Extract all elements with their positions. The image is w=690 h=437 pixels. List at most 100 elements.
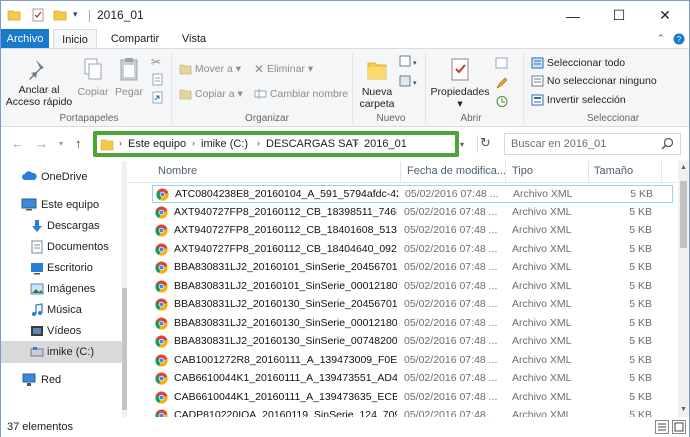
file-row[interactable]: BBA830831LJ2_20160130_SinSerie_007482000… (152, 333, 673, 351)
nav-item-musica[interactable]: Música (1, 299, 122, 321)
column-nombre[interactable]: Nombre (158, 165, 197, 177)
address-bar[interactable]: › Este equipo › imike (C:) › DESCARGAS S… (93, 131, 459, 157)
new-folder-button[interactable]: Nueva carpeta (357, 57, 397, 110)
file-row[interactable]: CAB1001272R8_20160111_A_139473009_F0E7B.… (152, 352, 673, 370)
file-row[interactable]: AXT940727FP8_20160112_CB_18401608_5139D.… (152, 222, 673, 240)
column-tipo[interactable]: Tipo (512, 165, 533, 177)
nav-item-este-equipo[interactable]: Este equipo (1, 194, 122, 216)
help-icon[interactable]: ? (673, 33, 685, 45)
file-date: 05/02/2016 07:48 ... (405, 188, 499, 200)
nav-pane-scrollbar-thumb[interactable] (122, 288, 127, 410)
pin-quick-access-button[interactable]: Anclar al Acceso rápido (5, 57, 73, 108)
search-icon[interactable] (661, 137, 674, 150)
nav-item-descargas[interactable]: Descargas (1, 215, 122, 237)
file-type: Archivo XML (512, 335, 572, 347)
maximize-button[interactable]: ☐ (596, 1, 642, 30)
breadcrumb-este-equipo[interactable]: Este equipo (128, 138, 186, 150)
properties-button[interactable]: Propiedades ▾ (429, 57, 491, 110)
scroll-down-icon[interactable]: ▼ (680, 406, 687, 413)
tab-vista[interactable]: Vista (171, 29, 217, 49)
minimize-button[interactable]: — (550, 1, 596, 30)
file-name: BBA830831LJ2_20160130_SinSerie_204567012… (174, 298, 397, 310)
navigation-bar: ← → ▾ ↑ › Este equipo › imike (C:) › DES… (1, 128, 689, 160)
tab-compartir[interactable]: Compartir (105, 29, 165, 49)
file-row[interactable]: CAB6610044K1_20160111_A_139473635_ECB7F.… (152, 389, 673, 407)
column-separator[interactable] (505, 161, 506, 183)
nav-item-escritorio[interactable]: Escritorio (1, 257, 122, 279)
nav-item-videos[interactable]: Vídeos (1, 320, 122, 342)
folder-icon[interactable] (7, 8, 21, 22)
properties-icon[interactable] (31, 8, 45, 22)
nav-item-onedrive[interactable]: OneDrive (1, 166, 122, 188)
close-button[interactable]: ✕ (642, 1, 688, 30)
file-row[interactable]: CAB6610044K1_20160111_A_139473551_AD46..… (152, 370, 673, 388)
file-date: 05/02/2016 07:48 ... (404, 242, 498, 255)
copy-button[interactable]: Copiar (75, 57, 111, 98)
new-item-icon[interactable]: ▾ (399, 55, 419, 69)
customize-quick-access-icon[interactable]: ▾ (73, 9, 78, 20)
select-none-button[interactable]: No seleccionar ninguno (531, 73, 657, 89)
address-dropdown-icon[interactable]: ▾ (460, 140, 464, 149)
scroll-up-icon[interactable]: ▲ (680, 164, 687, 171)
file-size: 5 KB (629, 279, 652, 292)
search-input[interactable]: Buscar en 2016_01 (511, 138, 606, 150)
breadcrumb-current-folder[interactable]: 2016_01 (364, 138, 407, 150)
breadcrumb-descargas-sat[interactable]: DESCARGAS SAT (266, 138, 359, 150)
select-all-button[interactable]: Seleccionar todo (531, 55, 625, 71)
invert-selection-icon (531, 94, 544, 106)
column-tamano[interactable]: Tamaño (594, 165, 633, 177)
file-row[interactable]: CADP810220IQA_20160119_SinSerie_124_709E… (152, 407, 673, 417)
forward-arrow-icon[interactable]: → (35, 136, 48, 151)
file-date: 05/02/2016 07:48 ... (404, 261, 498, 273)
easy-access-icon[interactable]: ▾ (399, 75, 419, 89)
column-separator[interactable] (588, 161, 589, 183)
delete-button[interactable]: ✕ Eliminar ▾ (254, 61, 313, 77)
edit-icon[interactable] (495, 77, 509, 90)
nav-item-red[interactable]: Red (1, 369, 122, 391)
documents-icon (31, 240, 43, 254)
file-row[interactable]: BBA830831LJ2_20160101_SinSerie_000121800… (152, 278, 673, 296)
invert-selection-button[interactable]: Invertir selección (531, 92, 626, 108)
paste-shortcut-icon[interactable] (151, 91, 164, 104)
file-list-scrollbar-thumb[interactable] (680, 181, 687, 248)
collapse-ribbon-icon[interactable]: ⌃ (657, 33, 665, 44)
tab-archivo[interactable]: Archivo (1, 29, 49, 49)
nav-item-imagenes[interactable]: Imágenes (1, 278, 122, 300)
file-row[interactable]: ATC0804238E8_20160104_A_591_5794afdc-426… (152, 185, 673, 203)
file-row[interactable]: BBA830831LJ2_20160130_SinSerie_204567012… (152, 296, 673, 314)
file-name: CAB6610044K1_20160111_A_139473635_ECB7F.… (174, 390, 397, 403)
nav-item-drive[interactable]: imike (C:) (1, 341, 122, 363)
properties-big-icon (451, 58, 469, 81)
history-icon[interactable] (495, 95, 509, 108)
new-folder-icon[interactable] (53, 8, 67, 22)
file-size: 5 KB (629, 224, 652, 236)
rename-button[interactable]: Cambiar nombre (254, 86, 348, 102)
cut-icon[interactable]: ✂ (151, 55, 161, 69)
nav-item-documentos[interactable]: Documentos (1, 236, 122, 258)
details-view-button[interactable] (655, 420, 669, 434)
copy-to-button[interactable]: Copiar a ▾ (179, 86, 243, 102)
up-arrow-icon[interactable]: ↑ (75, 136, 82, 151)
file-row[interactable]: AXT940727FP8_20160112_CB_18398511_746E5.… (152, 204, 673, 222)
move-icon (179, 64, 192, 75)
tab-inicio[interactable]: Inicio (53, 29, 97, 49)
breadcrumb-drive[interactable]: imike (C:) (201, 138, 248, 150)
column-separator[interactable] (661, 161, 662, 183)
file-row[interactable]: BBA830831LJ2_20160101_SinSerie_204567012… (152, 259, 673, 277)
refresh-icon[interactable]: ↻ (477, 135, 493, 153)
large-icons-view-button[interactable] (672, 420, 686, 434)
back-arrow-icon[interactable]: ← (11, 136, 24, 151)
file-date: 05/02/2016 07:48 ... (404, 298, 498, 310)
move-to-button[interactable]: Mover a ▾ (179, 61, 241, 77)
file-row[interactable]: BBA830831LJ2_20160130_SinSerie_000121800… (152, 315, 673, 333)
new-folder-label-2: carpeta (359, 98, 395, 110)
search-box[interactable]: Buscar en 2016_01 (504, 133, 681, 155)
column-separator[interactable] (400, 161, 401, 183)
column-fecha[interactable]: Fecha de modifica... (407, 165, 506, 177)
copy-path-icon[interactable] (151, 73, 164, 86)
paste-button[interactable]: Pegar (111, 57, 147, 98)
file-row[interactable]: AXT940727FP8_20160112_CB_18404640_0928C.… (152, 241, 673, 259)
open-icon[interactable] (495, 57, 509, 70)
recent-locations-icon[interactable]: ▾ (59, 139, 63, 148)
videos-icon (31, 326, 43, 336)
